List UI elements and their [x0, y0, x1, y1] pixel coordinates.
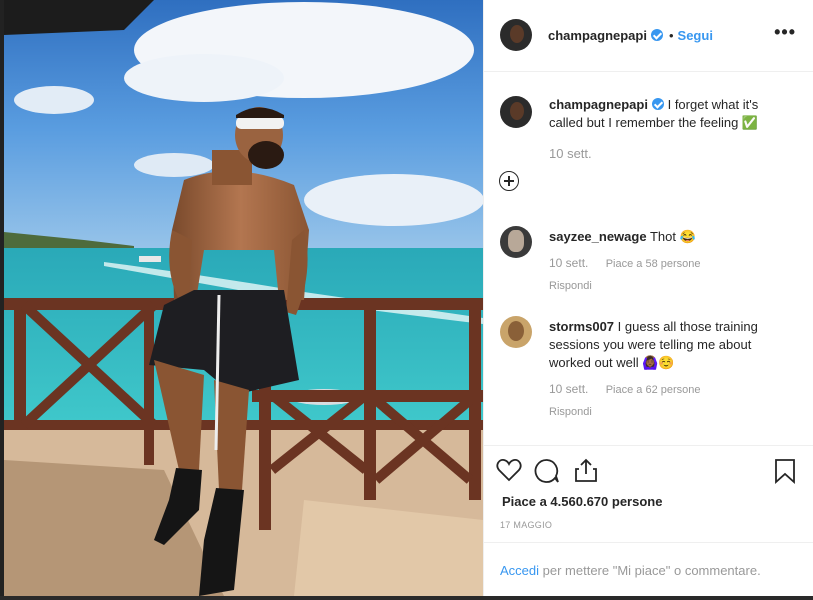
- author-username[interactable]: champagnepapi: [548, 28, 647, 43]
- window-bottom-edge: [0, 596, 813, 600]
- verified-icon: [650, 29, 663, 41]
- post-photo[interactable]: [4, 0, 483, 596]
- post-header: champagnepapi • Segui •••: [484, 0, 813, 72]
- comment-body: sayzee_newage Thot 😂 10 sett. Piace a 58…: [549, 228, 789, 295]
- login-link[interactable]: Accedi: [500, 563, 539, 578]
- reply-button[interactable]: Rispondi: [549, 403, 789, 421]
- post-actions: Piace a 4.560.670 persone 17 MAGGIO: [484, 445, 813, 542]
- comment-time[interactable]: 10 sett.: [549, 382, 588, 396]
- verified-icon: [651, 98, 664, 110]
- more-icon[interactable]: •••: [774, 22, 796, 43]
- heart-icon[interactable]: [496, 458, 522, 487]
- login-prompt: Accedi per mettere "Mi piace" o commenta…: [484, 542, 813, 596]
- post-date[interactable]: 17 MAGGIO: [500, 520, 552, 530]
- caption-body: champagnepapi I forget what it's called …: [549, 96, 789, 132]
- commenter-username[interactable]: sayzee_newage: [549, 229, 647, 244]
- login-prompt-rest: per mettere "Mi piace" o commentare.: [539, 563, 761, 578]
- add-comment-icon[interactable]: [499, 171, 519, 191]
- commenter-avatar[interactable]: [500, 226, 532, 258]
- author-avatar[interactable]: [500, 19, 532, 51]
- caption-time[interactable]: 10 sett.: [549, 146, 592, 161]
- caption-username[interactable]: champagnepapi: [549, 97, 648, 112]
- follow-button[interactable]: Segui: [678, 28, 713, 43]
- comment-likes[interactable]: Piace a 62 persone: [606, 384, 701, 396]
- comment-text: Thot 😂: [649, 229, 696, 244]
- comment-meta: 10 sett. Piace a 58 persone: [549, 254, 789, 273]
- post-sidebar: champagnepapi • Segui ••• champagnepapi I …: [483, 0, 813, 596]
- caption-avatar[interactable]: [500, 96, 532, 128]
- separator-dot: •: [668, 28, 674, 43]
- comment-meta: 10 sett. Piace a 62 persone: [549, 380, 789, 399]
- likes-count[interactable]: Piace a 4.560.670 persone: [502, 494, 662, 509]
- comment-icon[interactable]: [534, 458, 560, 489]
- post-photo-image: [4, 0, 483, 596]
- commenter-avatar[interactable]: [500, 316, 532, 348]
- login-prompt-text: Accedi per mettere "Mi piace" o commenta…: [500, 563, 761, 578]
- comment-likes[interactable]: Piace a 58 persone: [606, 258, 701, 270]
- share-icon[interactable]: [573, 457, 599, 488]
- comment-time[interactable]: 10 sett.: [549, 256, 588, 270]
- bookmark-icon[interactable]: [774, 458, 796, 489]
- commenter-username[interactable]: storms007: [549, 319, 614, 334]
- comment-body: storms007 I guess all those training ses…: [549, 318, 789, 421]
- reply-button[interactable]: Rispondi: [549, 277, 789, 295]
